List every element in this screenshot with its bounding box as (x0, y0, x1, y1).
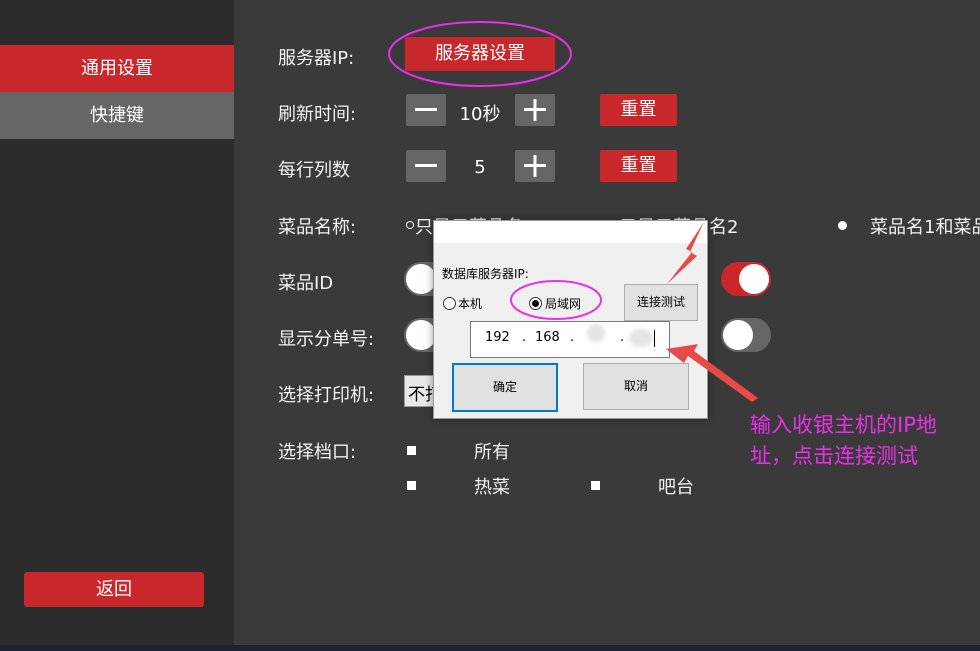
taskbar (0, 645, 980, 651)
highlight-ellipse-lan (510, 280, 602, 320)
annotation-overlay (388, 21, 758, 402)
arrow-to-ip-input-icon (666, 344, 758, 402)
annotation-text: 输入收银主机的IP地址，点击连接测试 (750, 413, 937, 468)
arrow-to-test-button-icon (667, 222, 704, 284)
highlight-ellipse-server-settings (388, 21, 572, 87)
